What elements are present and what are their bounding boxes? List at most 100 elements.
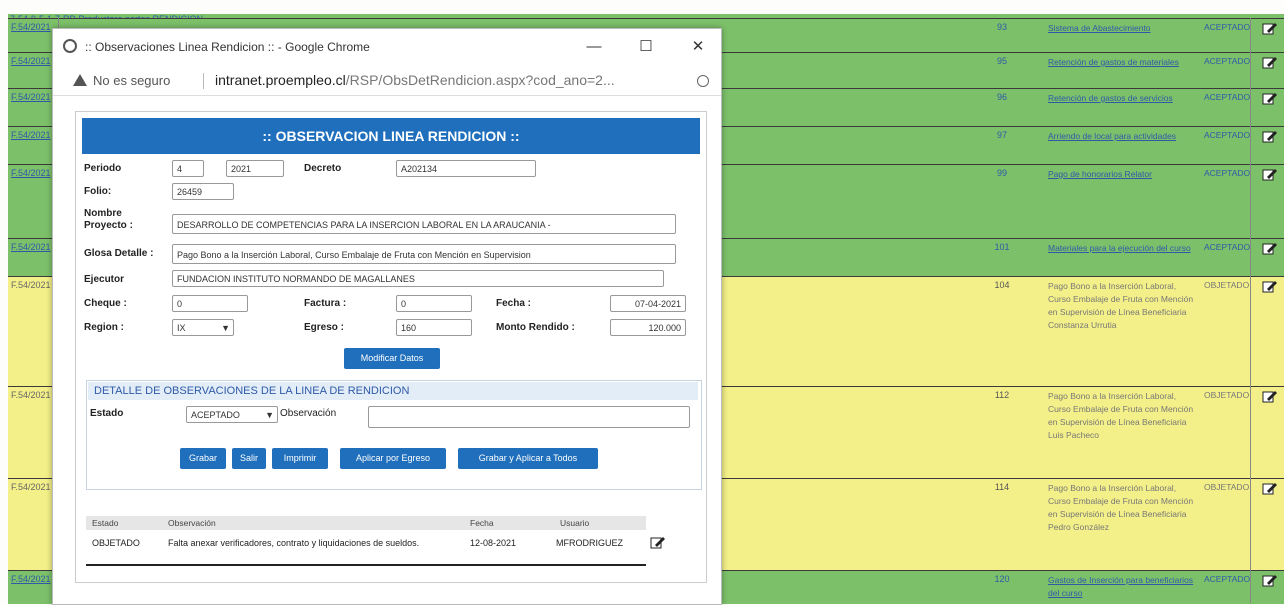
estado-label: Estado — [90, 408, 124, 419]
aplicar-por-egreso-button[interactable]: Aplicar por Egreso — [340, 448, 446, 469]
row-number[interactable]: 112 — [992, 390, 1012, 400]
row-description[interactable]: Pago Bono a la Inserción Laboral, Curso … — [1048, 280, 1198, 332]
row-number[interactable]: 97 — [992, 130, 1012, 140]
row-code[interactable]: F.54/2021 — [11, 56, 51, 66]
row-status: ACEPTADO — [1204, 574, 1251, 584]
cell-observacion: Falta anexar verificadores, contrato y l… — [168, 538, 420, 548]
close-button[interactable]: ✕ — [683, 35, 713, 59]
row-number[interactable]: 96 — [992, 92, 1012, 102]
row-status: OBJETADO — [1204, 482, 1250, 492]
edit-icon[interactable] — [1262, 280, 1278, 293]
edit-icon[interactable] — [1262, 168, 1278, 181]
egreso-field[interactable]: 160 — [396, 319, 472, 336]
url-text[interactable]: intranet.proempleo.cl/RSP/ObsDetRendicio… — [215, 72, 615, 88]
folio-field[interactable]: 26459 — [172, 183, 234, 200]
cheque-field[interactable]: 0 — [172, 295, 248, 312]
row-description[interactable]: Arriendo de local para actividades — [1048, 130, 1198, 143]
address-separator — [203, 73, 204, 89]
modificar-datos-button[interactable]: Modificar Datos — [344, 348, 440, 369]
url-domain: intranet.proempleo.cl — [215, 72, 346, 88]
page-title: :: OBSERVACION LINEA RENDICION :: — [82, 118, 700, 154]
decreto-field[interactable]: A202134 — [396, 160, 536, 177]
row-description[interactable]: Gastos de Inserción para beneficiarios d… — [1048, 574, 1198, 600]
row-code[interactable]: F.54/2021 — [11, 280, 51, 290]
row-number[interactable]: 104 — [992, 280, 1012, 290]
row-status: ACEPTADO — [1204, 56, 1251, 66]
maximize-button[interactable]: ☐ — [631, 35, 661, 59]
glosa-detalle-field[interactable]: Pago Bono a la Inserción Laboral, Curso … — [172, 244, 676, 264]
url-path: /RSP/ObsDetRendicion.aspx?cod_ano=2... — [345, 72, 615, 88]
factura-field[interactable]: 0 — [396, 295, 472, 312]
grid-divider — [1250, 18, 1251, 603]
cell-estado: OBJETADO — [92, 538, 140, 548]
warning-icon[interactable] — [73, 74, 87, 86]
observacion-label: Observación — [280, 408, 337, 419]
detalle-title: DETALLE DE OBSERVACIONES DE LA LINEA DE … — [88, 382, 698, 400]
row-description[interactable]: Pago Bono a la Inserción Laboral, Curso … — [1048, 482, 1198, 534]
column-header-usuario: Usuario — [560, 518, 590, 528]
row-description[interactable]: Materiales para la ejecución del curso — [1048, 242, 1198, 255]
estado-select[interactable]: ACEPTADO ▼ — [186, 406, 278, 423]
row-description[interactable]: Pago Bono a la Inserción Laboral, Curso … — [1048, 390, 1198, 442]
edit-icon[interactable] — [1262, 574, 1278, 587]
row-description[interactable]: Retención de gastos de materiales — [1048, 56, 1198, 69]
periodo-month-field[interactable]: 4 — [172, 160, 204, 177]
row-number[interactable]: 114 — [992, 482, 1012, 492]
salir-button[interactable]: Salir — [232, 448, 266, 469]
monto-rendido-label: Monto Rendido : — [496, 322, 575, 333]
periodo-year-field[interactable]: 2021 — [226, 160, 284, 177]
ejecutor-field[interactable]: FUNDACION INSTITUTO NORMANDO DE MAGALLAN… — [172, 270, 664, 287]
column-header-observacion: Observación — [168, 518, 216, 528]
row-code[interactable]: F.54/2021 — [11, 390, 51, 400]
edit-icon[interactable] — [1262, 56, 1278, 69]
observacion-textarea[interactable] — [368, 406, 690, 428]
region-value: IX — [177, 323, 186, 333]
edit-icon[interactable] — [1262, 390, 1278, 403]
row-code[interactable]: F.54/2021 — [11, 130, 51, 140]
edit-icon[interactable] — [1262, 482, 1278, 495]
row-description[interactable]: Sistema de Abastecimiento — [1048, 22, 1198, 35]
row-code[interactable]: F.54/2021 — [11, 242, 51, 252]
zoom-icon[interactable] — [697, 75, 709, 87]
row-number[interactable]: 120 — [992, 574, 1012, 584]
nombre-proyecto-field[interactable]: DESARROLLO DE COMPETENCIAS PARA LA INSER… — [172, 214, 676, 234]
nombre-proyecto-label: Nombre Proyecto : — [84, 208, 133, 231]
ejecutor-label: Ejecutor — [84, 274, 125, 285]
row-description[interactable]: Retención de gastos de servicios — [1048, 92, 1198, 105]
egreso-label: Egreso : — [304, 322, 345, 333]
edit-icon[interactable] — [1262, 92, 1278, 105]
row-number[interactable]: 101 — [992, 242, 1012, 252]
popup-window: :: Observaciones Linea Rendicion :: - Go… — [52, 28, 722, 605]
row-status: ACEPTADO — [1204, 130, 1251, 140]
row-number[interactable]: 99 — [992, 168, 1012, 178]
window-titlebar[interactable]: :: Observaciones Linea Rendicion :: - Go… — [53, 29, 721, 65]
table-bottom-border — [86, 564, 646, 566]
grabar-aplicar-todos-button[interactable]: Grabar y Aplicar a Todos — [458, 448, 598, 469]
edit-icon[interactable] — [650, 536, 666, 549]
cheque-label: Cheque : — [84, 298, 127, 309]
monto-rendido-field[interactable]: 120.000 — [610, 319, 686, 336]
row-number[interactable]: 93 — [992, 22, 1012, 32]
factura-label: Factura : — [304, 298, 347, 309]
row-code[interactable]: F.54/2021 — [11, 574, 51, 584]
edit-icon[interactable] — [1262, 130, 1278, 143]
row-status: OBJETADO — [1204, 390, 1250, 400]
minimize-button[interactable]: — — [579, 35, 609, 59]
row-description[interactable]: Pago de honorarios Relator — [1048, 168, 1198, 181]
estado-value: ACEPTADO — [191, 410, 240, 420]
column-header-fecha: Fecha — [470, 518, 494, 528]
fecha-field[interactable]: 07-04-2021 — [610, 295, 686, 312]
row-code[interactable]: F.54/2021 — [11, 168, 51, 178]
edit-icon[interactable] — [1262, 22, 1278, 35]
region-select[interactable]: IX ▼ — [172, 319, 234, 336]
address-bar[interactable]: No es seguro intranet.proempleo.cl/RSP/O… — [53, 65, 721, 96]
grabar-button[interactable]: Grabar — [180, 448, 226, 469]
row-code[interactable]: F.54/2021 — [11, 482, 51, 492]
chevron-down-icon: ▼ — [221, 323, 230, 333]
edit-icon[interactable] — [1262, 242, 1278, 255]
row-number[interactable]: 95 — [992, 56, 1012, 66]
row-code[interactable]: F.54/2021 — [11, 22, 51, 32]
imprimir-button[interactable]: Imprimir — [272, 448, 328, 469]
row-code[interactable]: F.54/2021 — [11, 92, 51, 102]
not-secure-label[interactable]: No es seguro — [93, 73, 170, 88]
